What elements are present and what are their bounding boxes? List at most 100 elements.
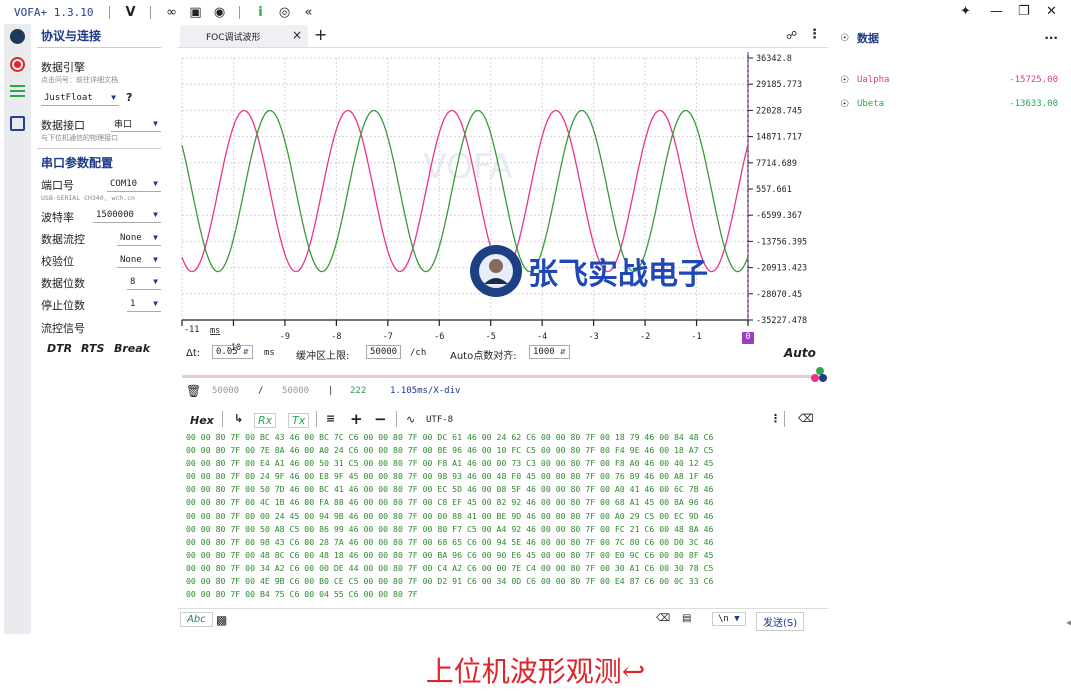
x-tick-label: -3 xyxy=(589,332,599,342)
capture-icon[interactable]: ◉ xyxy=(212,5,226,20)
close-icon[interactable]: × xyxy=(292,28,302,42)
left-rail xyxy=(4,24,31,634)
rts-toggle[interactable]: RTS xyxy=(81,342,104,355)
newline-select[interactable]: \n ▼ xyxy=(712,612,746,626)
add-tab-button[interactable]: + xyxy=(314,25,327,44)
history-icon[interactable]: ▤ xyxy=(682,613,691,624)
x-tick-label: -8 xyxy=(331,332,341,342)
menu-icon[interactable] xyxy=(10,83,25,98)
databits-select[interactable]: 8▼ xyxy=(127,274,161,290)
windows-icon[interactable] xyxy=(10,116,25,131)
eye-icon[interactable]: ☉ xyxy=(840,33,849,44)
progress-bar[interactable] xyxy=(182,375,816,378)
eye-icon[interactable]: ☉ xyxy=(840,75,849,86)
plot-svg[interactable]: VOFA 张飞实战电子 36342.829185.77322028.745148… xyxy=(178,48,828,358)
channel-row[interactable]: ☉Ualpha-15725.00 xyxy=(840,70,1058,90)
x-tick-label: -7 xyxy=(383,332,393,342)
frame-icon[interactable]: ▣ xyxy=(188,5,202,20)
port-select[interactable]: COM10 ▼ xyxy=(107,176,161,192)
minimize-button[interactable]: — xyxy=(990,4,1003,19)
collapse-icon[interactable]: « xyxy=(301,5,315,20)
scroll-arrow-icon[interactable]: ◀ xyxy=(1066,618,1071,627)
tx-toggle[interactable]: Tx xyxy=(288,413,309,428)
wave-icon[interactable]: ∿ xyxy=(406,413,415,426)
panel-title: 数据 xyxy=(857,30,879,46)
y-tick-label: 29185.773 xyxy=(756,80,802,90)
baud-label: 波特率 xyxy=(41,209,74,225)
y-tick-label: -6599.367 xyxy=(756,211,802,221)
info-icon[interactable]: i xyxy=(253,5,267,20)
port-hint: USB-SERIAL CH340, wch.cn xyxy=(41,194,135,202)
stepper-icon: ⇵ xyxy=(560,347,565,357)
dtr-toggle[interactable]: DTR xyxy=(47,342,72,355)
eraser-icon[interactable]: ⌫ xyxy=(798,412,814,425)
chevron-down-icon: ▼ xyxy=(734,614,739,624)
rx-toggle[interactable]: Rx xyxy=(254,413,276,428)
interface-select[interactable]: 串口▼ xyxy=(111,116,161,132)
more-icon[interactable]: ⋮ xyxy=(808,27,821,42)
tab-foc[interactable]: FOC调试波形 × xyxy=(180,25,308,47)
hex-dump[interactable]: 00 00 80 7F 00 BC 43 46 00 BC 7C C6 00 0… xyxy=(186,431,826,603)
buffer-unit: /ch xyxy=(410,348,426,358)
file-icon[interactable]: ▩ xyxy=(216,613,227,627)
send-button[interactable]: 发送(S) xyxy=(756,612,804,631)
vofa-logo-icon[interactable]: V xyxy=(123,5,137,20)
hex-line: 00 00 80 7F 00 7E 8A 46 00 A0 24 C6 00 0… xyxy=(186,444,826,457)
abc-toggle[interactable]: Abc xyxy=(180,612,213,627)
stopbits-select[interactable]: 1▼ xyxy=(127,296,161,312)
close-button[interactable]: ✕ xyxy=(1046,4,1057,19)
eye-icon[interactable]: ☉ xyxy=(840,99,849,110)
connect-icon[interactable] xyxy=(10,29,25,44)
chevron-down-icon: ▼ xyxy=(153,179,158,188)
record-icon[interactable] xyxy=(10,57,25,72)
divider xyxy=(396,411,397,427)
color-dots-icon[interactable] xyxy=(811,367,829,385)
divider xyxy=(37,47,161,48)
divider xyxy=(316,411,317,427)
protocol-panel: 协议与连接 数据引擎 点击问号：前往详细文档 JustFloat▼ ? 数据接口… xyxy=(31,24,167,634)
align-input[interactable]: 1000 ⇵ xyxy=(529,345,570,359)
waveform-plot[interactable]: VOFA 张飞实战电子 36342.829185.77322028.745148… xyxy=(178,48,828,358)
help-button[interactable]: ? xyxy=(126,91,132,104)
more-icon[interactable]: ⋮ xyxy=(770,412,781,425)
zoom-in-icon[interactable]: + xyxy=(350,410,363,428)
format-icon[interactable]: ≡ xyxy=(326,412,335,425)
auto-button[interactable]: Auto xyxy=(784,346,816,360)
more-icon[interactable]: ··· xyxy=(1044,31,1058,45)
status-sep: / xyxy=(258,386,263,396)
divider xyxy=(150,6,151,19)
buffer-total: 50000 xyxy=(282,386,309,396)
channel-value: -13633.00 xyxy=(1009,99,1058,109)
series-group xyxy=(182,111,748,272)
trash-icon[interactable]: 🗑 xyxy=(186,384,201,398)
x-tick-label: -6 xyxy=(434,332,444,342)
unlock-icon[interactable]: ☍ xyxy=(786,29,797,42)
dt-input[interactable]: 0.05 ⇵ xyxy=(212,345,253,359)
pin-icon[interactable]: ✦ xyxy=(960,4,971,19)
timestamp-icon[interactable]: ↳ xyxy=(234,412,243,425)
zoom-out-icon[interactable]: − xyxy=(374,410,387,428)
engine-select[interactable]: JustFloat▼ xyxy=(41,90,119,106)
maximize-button[interactable]: ❐ xyxy=(1018,4,1030,19)
divider xyxy=(784,411,785,427)
fingerprint-icon[interactable]: ◎ xyxy=(277,5,291,20)
newline-value: \n xyxy=(718,614,729,624)
interface-value: 串口 xyxy=(114,117,132,130)
x-tick-label: -11 xyxy=(184,325,199,335)
hex-line: 00 00 80 7F 00 B4 75 C6 00 04 55 C6 00 0… xyxy=(186,588,826,601)
clear-icon[interactable]: ⌫ xyxy=(656,613,670,624)
channel-row[interactable]: ☉Ubeta-13633.00 xyxy=(840,94,1058,114)
hex-line: 00 00 80 7F 00 E4 A1 46 00 50 31 C5 00 0… xyxy=(186,457,826,470)
hex-line: 00 00 80 7F 00 48 8C C6 00 48 18 46 00 0… xyxy=(186,549,826,562)
flow-value: None xyxy=(120,233,142,243)
break-toggle[interactable]: Break xyxy=(114,342,150,355)
parity-select[interactable]: None▼ xyxy=(117,252,161,268)
flow-select[interactable]: None▼ xyxy=(117,230,161,246)
engine-label: 数据引擎 xyxy=(41,59,85,75)
dt-value: 0.05 xyxy=(216,347,238,357)
baud-select[interactable]: 1500000▼ xyxy=(93,207,161,223)
hex-toggle[interactable]: Hex xyxy=(190,414,214,427)
buffer-input[interactable]: 50000 xyxy=(366,345,401,359)
port-value: COM10 xyxy=(110,179,137,189)
link-icon[interactable]: ∞ xyxy=(164,5,178,20)
